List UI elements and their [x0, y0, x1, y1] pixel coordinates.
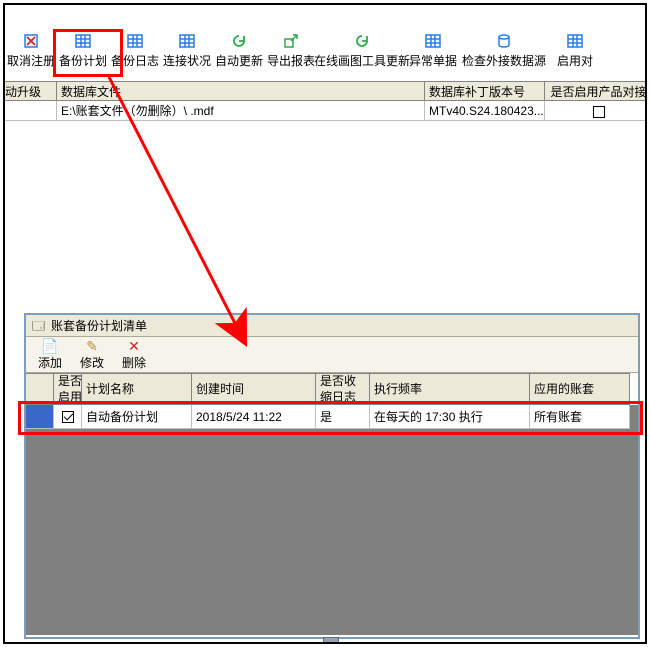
- enable-dock-checkbox[interactable]: [545, 101, 647, 121]
- col-header-enable[interactable]: 是否 启用: [54, 373, 82, 405]
- toolbar-备份计划[interactable]: 备份计划: [57, 33, 109, 69]
- toolbar-在线画图工具更新[interactable]: 在线画图工具更新: [317, 33, 407, 69]
- toolbar-label: 连接状况: [163, 52, 211, 69]
- plan-enabled-checkbox[interactable]: [54, 405, 82, 429]
- grid-icon: [425, 33, 441, 49]
- toolbar-label: 自动更新: [215, 52, 263, 69]
- plan-name-cell: 自动备份计划: [82, 405, 192, 429]
- col-header-shrink-log[interactable]: 是否收 缩日志: [316, 373, 370, 405]
- edit-icon: ✎: [86, 338, 98, 354]
- grid-icon: [567, 33, 583, 49]
- refresh-icon: [354, 33, 370, 49]
- edit-button[interactable]: ✎ 修改: [76, 338, 108, 371]
- delete-button[interactable]: ✕ 删除: [118, 338, 150, 371]
- toolbar-启用对[interactable]: 启用对: [549, 33, 601, 69]
- col-header-created[interactable]: 创建时间: [192, 373, 316, 405]
- add-icon: 📄: [41, 338, 58, 354]
- col-header-dbfile[interactable]: 数据库文件: [57, 81, 425, 101]
- col-header-frequency[interactable]: 执行频率: [370, 373, 530, 405]
- toolbar-导出报表[interactable]: 导出报表: [265, 33, 317, 69]
- db-icon: [496, 33, 512, 49]
- refresh-icon: [231, 33, 247, 49]
- resize-grip-icon: [323, 637, 339, 643]
- toolbar-label: 在线画图工具更新: [314, 52, 410, 69]
- toolbar-连接状况[interactable]: 连接状况: [161, 33, 213, 69]
- toolbar-label: 取消注册: [7, 52, 55, 69]
- delete-icon: ✕: [128, 338, 140, 354]
- plan-row[interactable]: 自动备份计划 2018/5/24 11:22 是 在每天的 17:30 执行 所…: [26, 405, 638, 437]
- export-icon: [283, 33, 299, 49]
- col-header-enable-dock[interactable]: 是否启用产品对接: [545, 81, 647, 101]
- table-row[interactable]: E:\账套文件（勿删除）\ .mdf MTv40.S24.180423...: [3, 101, 647, 121]
- plan-created-cell: 2018/5/24 11:22: [192, 405, 316, 429]
- grid-icon: [127, 33, 143, 49]
- app-icon: 🗔: [32, 315, 45, 337]
- plan-freq-cell: 在每天的 17:30 执行: [370, 405, 530, 429]
- toolbar-label: 备份计划: [59, 52, 107, 69]
- toolbar-label: 备份日志: [111, 52, 159, 69]
- grid-icon: [75, 33, 91, 49]
- toolbar-label: 启用对: [557, 52, 593, 69]
- db-path-cell: E:\账套文件（勿删除）\ .mdf: [57, 101, 425, 121]
- toolbar-label: 导出报表: [267, 52, 315, 69]
- col-header-upgrade[interactable]: 动升级: [3, 81, 57, 101]
- row-selector[interactable]: [26, 405, 54, 429]
- window-title: 账套备份计划清单: [51, 315, 147, 337]
- toolbar-取消注册[interactable]: 取消注册: [5, 33, 57, 69]
- plan-shrink-cell: 是: [316, 405, 370, 429]
- toolbar-检查外接数据源[interactable]: 检查外接数据源: [459, 33, 549, 69]
- grid-icon: [179, 33, 195, 49]
- toolbar-异常单据[interactable]: 异常单据: [407, 33, 459, 69]
- toolbar-label: 异常单据: [409, 52, 457, 69]
- backup-plan-window: 🗔 账套备份计划清单 📄 添加 ✎ 修改 ✕ 删除 是否 启用 计划名称 创建时…: [24, 313, 640, 639]
- col-header-scope[interactable]: 应用的账套: [530, 373, 630, 405]
- plan-scope-cell: 所有账套: [530, 405, 630, 429]
- window-titlebar: 🗔 账套备份计划清单: [26, 315, 638, 337]
- toolbar-备份日志[interactable]: 备份日志: [109, 33, 161, 69]
- col-header-plan-name[interactable]: 计划名称: [82, 373, 192, 405]
- database-grid: 动升级 数据库文件 数据库补丁版本号 是否启用产品对接 E:\账套文件（勿删除）…: [3, 81, 647, 121]
- db-version-cell: MTv40.S24.180423...: [425, 101, 545, 121]
- toolbar-自动更新[interactable]: 自动更新: [213, 33, 265, 69]
- unregister-icon: [23, 33, 39, 49]
- col-header-patch[interactable]: 数据库补丁版本号: [425, 81, 545, 101]
- add-button[interactable]: 📄 添加: [34, 338, 66, 371]
- toolbar-label: 检查外接数据源: [462, 52, 546, 69]
